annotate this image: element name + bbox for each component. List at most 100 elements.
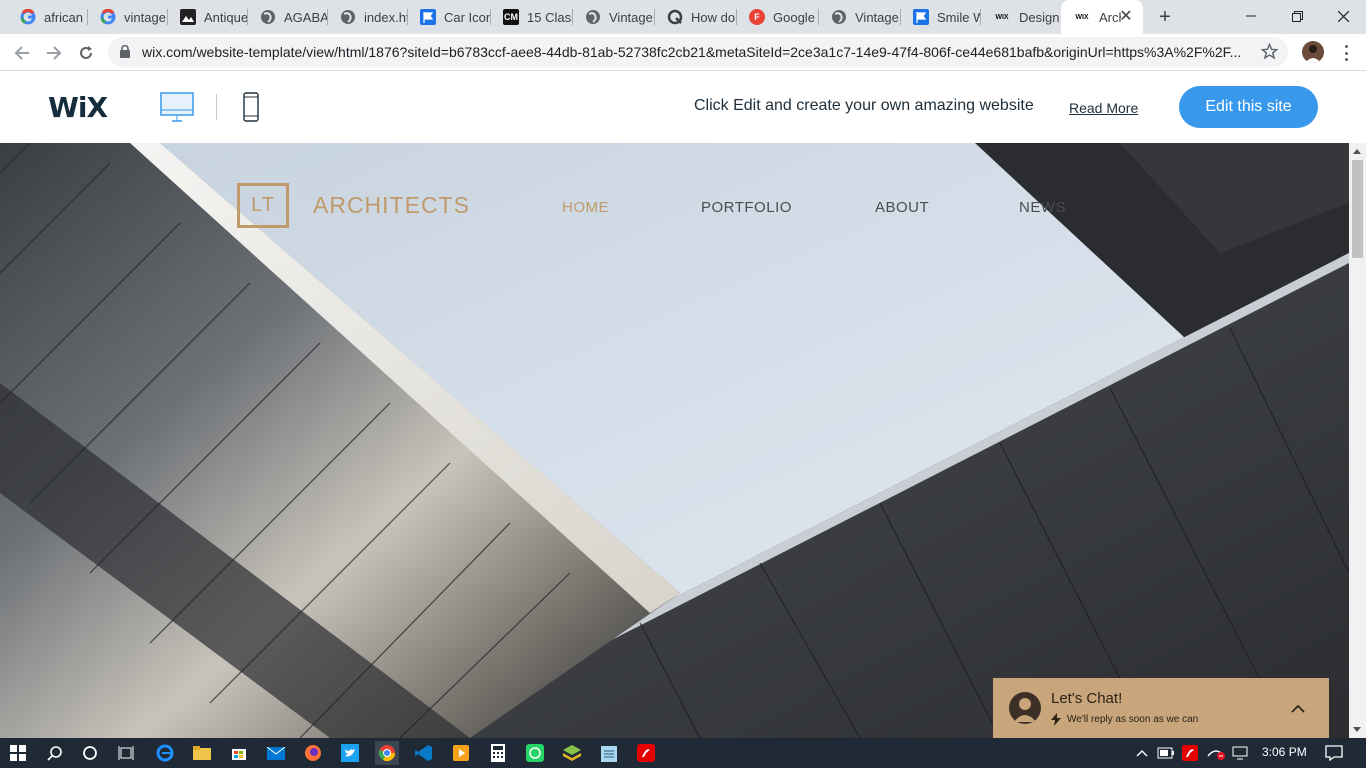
back-icon[interactable] — [8, 39, 36, 67]
scroll-up-icon[interactable] — [1353, 149, 1361, 154]
browser-tab[interactable]: AGABA — [248, 0, 328, 34]
search-icon[interactable] — [43, 741, 67, 765]
media-player-icon[interactable] — [449, 741, 473, 765]
browser-tab[interactable]: WIX Design — [981, 0, 1061, 34]
site-logo-mark[interactable]: LT — [237, 183, 289, 228]
browser-tab[interactable]: Vintage — [819, 0, 901, 34]
tab-title: Antique — [204, 9, 248, 25]
google-icon — [20, 9, 36, 25]
tab-title: Smile W — [937, 9, 981, 25]
close-window-icon[interactable] — [1320, 0, 1366, 32]
mobile-view-icon[interactable] — [243, 92, 259, 122]
chat-widget[interactable]: Let's Chat! We'll reply as soon as we ca… — [993, 678, 1329, 738]
twitter-icon[interactable] — [338, 741, 362, 765]
wix-logo[interactable]: WiX — [48, 91, 108, 124]
tab-title: Car Icon — [444, 9, 491, 25]
page-scrollbar[interactable] — [1349, 143, 1366, 738]
hero-architecture-image — [0, 143, 1349, 738]
profile-avatar[interactable] — [1302, 41, 1324, 63]
site-brand-name[interactable]: ARCHITECTS — [313, 192, 470, 219]
task-view-icon[interactable] — [114, 741, 138, 765]
browser-tab[interactable]: F Google — [737, 0, 819, 34]
flag-icon — [913, 9, 929, 25]
chevron-up-icon[interactable] — [1291, 700, 1305, 718]
site-menu-home[interactable]: HOME — [562, 199, 609, 216]
browser-toolbar: wix.com/website-template/view/html/1876?… — [0, 34, 1366, 71]
whatsapp-icon[interactable] — [523, 741, 547, 765]
browser-tab[interactable]: Smile W — [901, 0, 981, 34]
stack-app-icon[interactable] — [560, 741, 584, 765]
browser-tab[interactable]: african — [8, 0, 88, 34]
windows-start-icon[interactable] — [6, 741, 30, 765]
google-icon — [100, 9, 116, 25]
display-icon[interactable] — [1230, 741, 1252, 765]
tab-title: Google — [773, 9, 815, 25]
browser-tab[interactable]: Car Icon — [408, 0, 491, 34]
tab-title: Vintage — [855, 9, 899, 25]
site-menu-portfolio[interactable]: PORTFOLIO — [701, 199, 792, 216]
mail-icon[interactable] — [264, 741, 288, 765]
site-preview: LT ARCHITECTS HOME PORTFOLIO ABOUT NEWS — [0, 143, 1349, 738]
reload-icon[interactable] — [72, 39, 100, 67]
browser-tab[interactable]: CM 15 Class — [491, 0, 573, 34]
tab-title: vintage — [124, 9, 166, 25]
browser-tabstrip: african vintage Antique AGABA index.ht C… — [0, 0, 1366, 34]
tab-title: 15 Class — [527, 9, 573, 25]
cortana-icon[interactable] — [78, 741, 102, 765]
notepad-icon[interactable] — [597, 741, 621, 765]
site-menu-news[interactable]: NEWS — [1019, 199, 1066, 216]
chrome-icon[interactable] — [375, 741, 399, 765]
edit-this-site-button[interactable]: Edit this site — [1179, 86, 1318, 128]
globe-icon — [340, 9, 356, 25]
firefox-icon[interactable] — [301, 741, 325, 765]
minimize-icon[interactable] — [1228, 0, 1274, 32]
scrollbar-thumb[interactable] — [1352, 160, 1363, 258]
tab-title: How do — [691, 9, 736, 25]
airtel-tray-icon[interactable] — [1180, 741, 1200, 765]
q-icon — [667, 9, 683, 25]
browser-tab[interactable]: index.ht — [328, 0, 408, 34]
browser-tab-active[interactable]: WIX Arch ✕ — [1061, 0, 1143, 34]
scroll-down-icon[interactable] — [1353, 727, 1361, 732]
address-bar[interactable]: wix.com/website-template/view/html/1876?… — [108, 37, 1288, 67]
store-icon[interactable] — [227, 741, 251, 765]
chat-avatar-icon — [1009, 692, 1041, 724]
lock-icon[interactable] — [120, 44, 130, 63]
chat-title: Let's Chat! — [1051, 690, 1123, 707]
windows-taskbar: 3:06 PM — [0, 738, 1366, 768]
flag-icon — [420, 9, 436, 25]
browser-tab[interactable]: Vintage — [573, 0, 655, 34]
file-explorer-icon[interactable] — [190, 741, 214, 765]
chrome-menu-icon[interactable] — [1336, 42, 1356, 64]
wix-icon: WIX — [1075, 13, 1089, 21]
network-icon[interactable] — [1204, 741, 1228, 765]
notification-icon[interactable] — [1322, 741, 1346, 765]
bookmark-star-icon[interactable] — [1260, 42, 1279, 65]
site-menu-about[interactable]: ABOUT — [875, 199, 929, 216]
read-more-link[interactable]: Read More — [1069, 100, 1138, 116]
calculator-icon[interactable] — [486, 741, 510, 765]
restore-icon[interactable] — [1274, 0, 1320, 32]
chat-subtitle: We'll reply as soon as we can — [1067, 714, 1199, 725]
airtel-app-icon[interactable] — [634, 741, 658, 765]
chevron-up-tray-icon[interactable] — [1132, 741, 1152, 765]
globe-icon — [260, 9, 276, 25]
view-divider — [216, 94, 217, 120]
tab-title: index.ht — [364, 9, 408, 25]
desktop-view-icon[interactable] — [160, 92, 194, 122]
edge-icon[interactable] — [153, 741, 177, 765]
vscode-icon[interactable] — [412, 741, 436, 765]
forward-icon[interactable] — [40, 39, 68, 67]
url-text[interactable]: wix.com/website-template/view/html/1876?… — [142, 44, 1252, 60]
battery-icon[interactable] — [1156, 741, 1176, 765]
browser-tab[interactable]: Antique — [168, 0, 248, 34]
new-tab-icon[interactable]: + — [1152, 4, 1178, 30]
tab-title: AGABA — [284, 9, 328, 25]
close-tab-icon[interactable]: ✕ — [1117, 8, 1135, 26]
browser-tab[interactable]: How do — [655, 0, 737, 34]
taskbar-clock[interactable]: 3:06 PM — [1262, 745, 1307, 759]
wix-icon: WIX — [995, 13, 1009, 21]
f-icon: F — [749, 9, 765, 25]
image-icon — [180, 9, 196, 25]
browser-tab[interactable]: vintage — [88, 0, 168, 34]
